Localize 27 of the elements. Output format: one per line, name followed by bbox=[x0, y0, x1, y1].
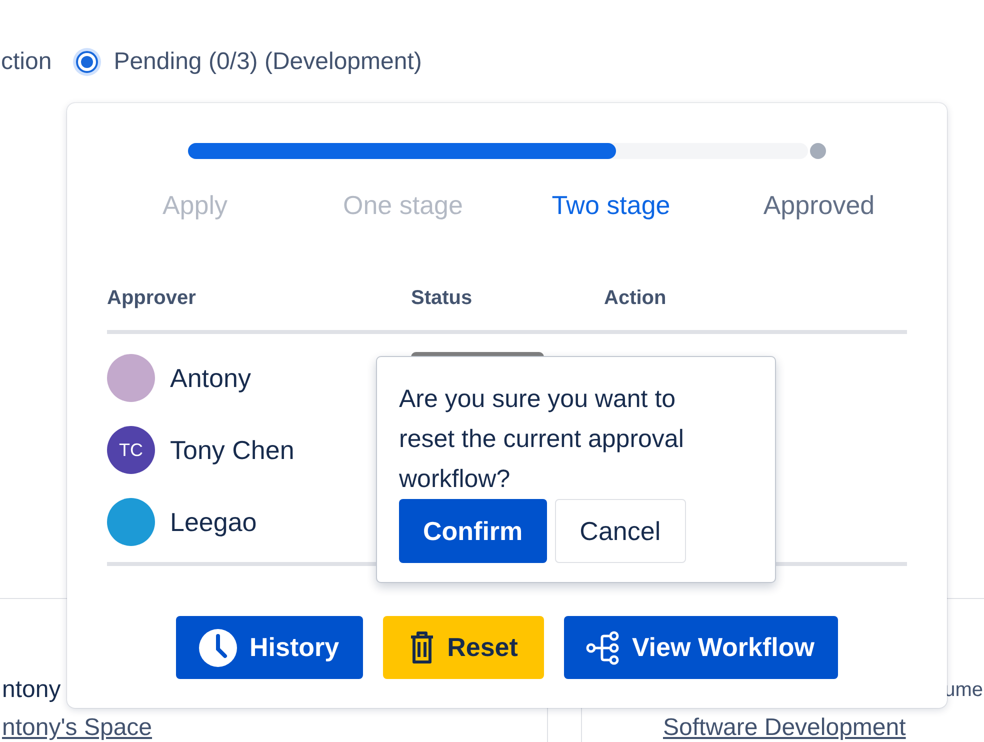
column-header: Status bbox=[411, 287, 474, 310]
approver-name: Antony bbox=[170, 362, 251, 394]
column-header: Approver bbox=[107, 287, 197, 310]
step-label: One stage bbox=[342, 189, 464, 222]
space-link[interactable]: Software Development bbox=[663, 712, 906, 742]
trash-icon bbox=[409, 630, 436, 664]
step-dot bbox=[810, 143, 826, 159]
workflow-icon bbox=[586, 630, 620, 664]
clock-icon bbox=[198, 628, 238, 668]
avatar: TC bbox=[107, 426, 155, 474]
approver-name: Leegao bbox=[170, 506, 257, 538]
confirm-message: Are you sure you want to reset the current approval workflow? bbox=[399, 384, 685, 495]
space-link[interactable]: ntony's Space bbox=[2, 712, 547, 742]
radio-button[interactable] bbox=[76, 51, 98, 73]
reset-button[interactable]: Reset bbox=[383, 616, 544, 679]
radio-label: ction bbox=[1, 48, 52, 76]
approver-name: Tony Chen bbox=[170, 434, 294, 466]
radio-label: Pending (0/3) (Development) bbox=[114, 48, 422, 76]
step-label: Approved bbox=[762, 189, 876, 222]
view-workflow-button[interactable]: View Workflow bbox=[564, 616, 838, 679]
step-label: Apply bbox=[161, 189, 229, 222]
table-cell-text: ntony bbox=[2, 675, 62, 705]
history-button[interactable]: History bbox=[176, 616, 364, 679]
step-label: Two stage bbox=[550, 189, 672, 222]
confirm-button[interactable]: Confirm bbox=[399, 499, 547, 563]
cancel-button[interactable]: Cancel bbox=[554, 499, 686, 563]
column-header: Action bbox=[604, 287, 668, 310]
